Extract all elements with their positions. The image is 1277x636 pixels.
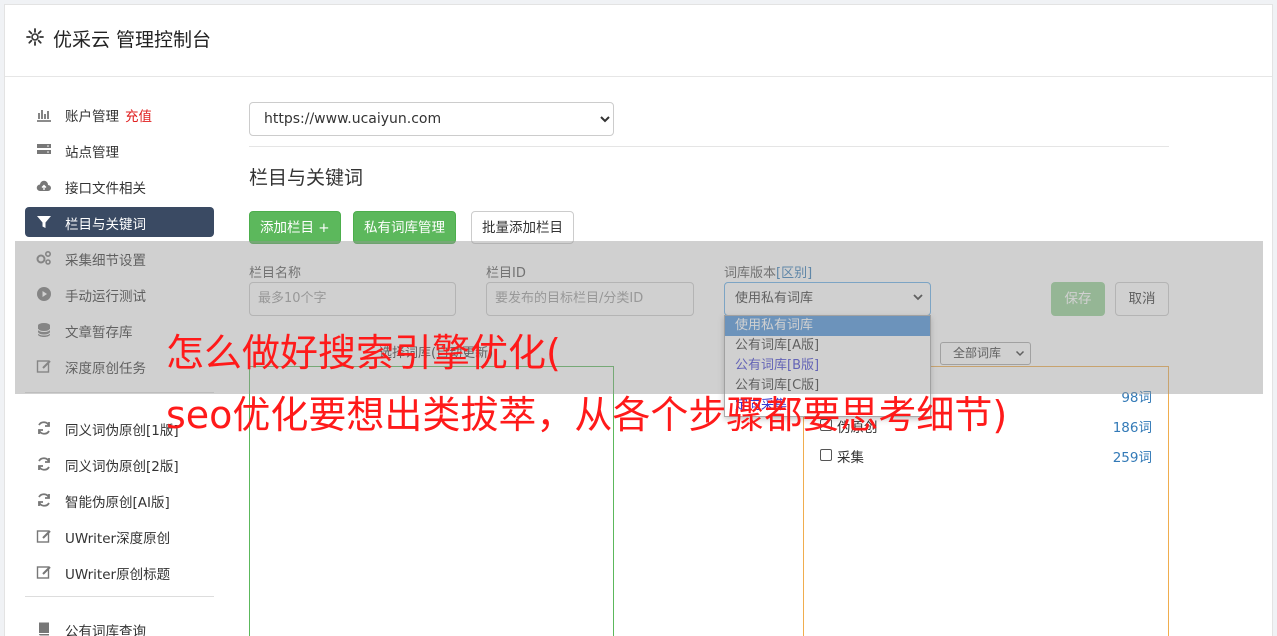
sidebar-item-label: 站点管理 bbox=[65, 145, 119, 161]
server-icon bbox=[37, 144, 51, 154]
private-library-button[interactable]: 私有词库管理 bbox=[353, 211, 456, 244]
edit-icon bbox=[36, 530, 51, 543]
sidebar-item-label: 智能伪原创[AI版] bbox=[65, 495, 170, 511]
refresh-icon bbox=[38, 457, 50, 471]
gear-icon bbox=[26, 28, 44, 46]
sidebar-item-label: 账户管理 bbox=[65, 109, 119, 125]
sidebar-item-label: 公有词库查询 bbox=[65, 624, 146, 636]
caption-line-1: 怎么做好搜索引擎优化( bbox=[166, 331, 561, 375]
sidebar-item-uwriter-title[interactable]: UWriter原创标题 bbox=[25, 557, 214, 587]
checkbox[interactable] bbox=[820, 449, 832, 461]
sidebar-divider bbox=[25, 596, 214, 597]
sidebar-item-label: UWriter深度原创 bbox=[65, 531, 171, 547]
sidebar-item-api-files[interactable]: 接口文件相关 bbox=[25, 171, 214, 201]
sidebar-item-label: 接口文件相关 bbox=[65, 181, 146, 197]
section-title: 栏目与关键词 bbox=[249, 167, 364, 189]
list-item[interactable]: 采集 259词 bbox=[820, 446, 1152, 466]
filter-icon bbox=[37, 216, 51, 228]
divider bbox=[249, 146, 1169, 147]
cloud-upload-icon bbox=[36, 180, 51, 191]
book-icon bbox=[39, 622, 49, 636]
edit-icon bbox=[36, 566, 51, 579]
sidebar-item-label: UWriter原创标题 bbox=[65, 567, 171, 583]
recharge-link[interactable]: 充值 bbox=[125, 109, 152, 125]
add-column-button[interactable]: 添加栏目 + bbox=[249, 211, 341, 244]
sidebar-item-ai-rewrite[interactable]: 智能伪原创[AI版] bbox=[25, 485, 214, 515]
sidebar-item-label: 同义词伪原创[1版] bbox=[65, 423, 179, 439]
sidebar-item-account[interactable]: 账户管理 充值 bbox=[25, 99, 214, 129]
sidebar-item-sites[interactable]: 站点管理 bbox=[25, 135, 214, 165]
header: 优采云 管理控制台 bbox=[5, 5, 1272, 77]
page-title: 优采云 管理控制台 bbox=[53, 29, 212, 51]
sidebar-item-synonym-v2[interactable]: 同义词伪原创[2版] bbox=[25, 449, 214, 479]
refresh-icon bbox=[38, 421, 50, 435]
sidebar-item-label: 同义词伪原创[2版] bbox=[65, 459, 179, 475]
sidebar-item-columns-keywords[interactable]: 栏目与关键词 bbox=[25, 207, 214, 237]
caption-line-2: seo优化要想出类拔萃，从各个步骤都要思考细节) bbox=[166, 393, 1008, 437]
sidebar-item-label: 栏目与关键词 bbox=[65, 217, 146, 233]
sidebar-item-public-lib-query[interactable]: 公有词库查询 bbox=[25, 614, 214, 636]
sidebar-item-uwriter-original[interactable]: UWriter深度原创 bbox=[25, 521, 214, 551]
refresh-icon bbox=[38, 493, 50, 507]
site-select[interactable]: https://www.ucaiyun.com bbox=[249, 102, 614, 136]
bar-chart-icon bbox=[37, 110, 51, 122]
batch-add-button[interactable]: 批量添加栏目 bbox=[471, 211, 574, 244]
